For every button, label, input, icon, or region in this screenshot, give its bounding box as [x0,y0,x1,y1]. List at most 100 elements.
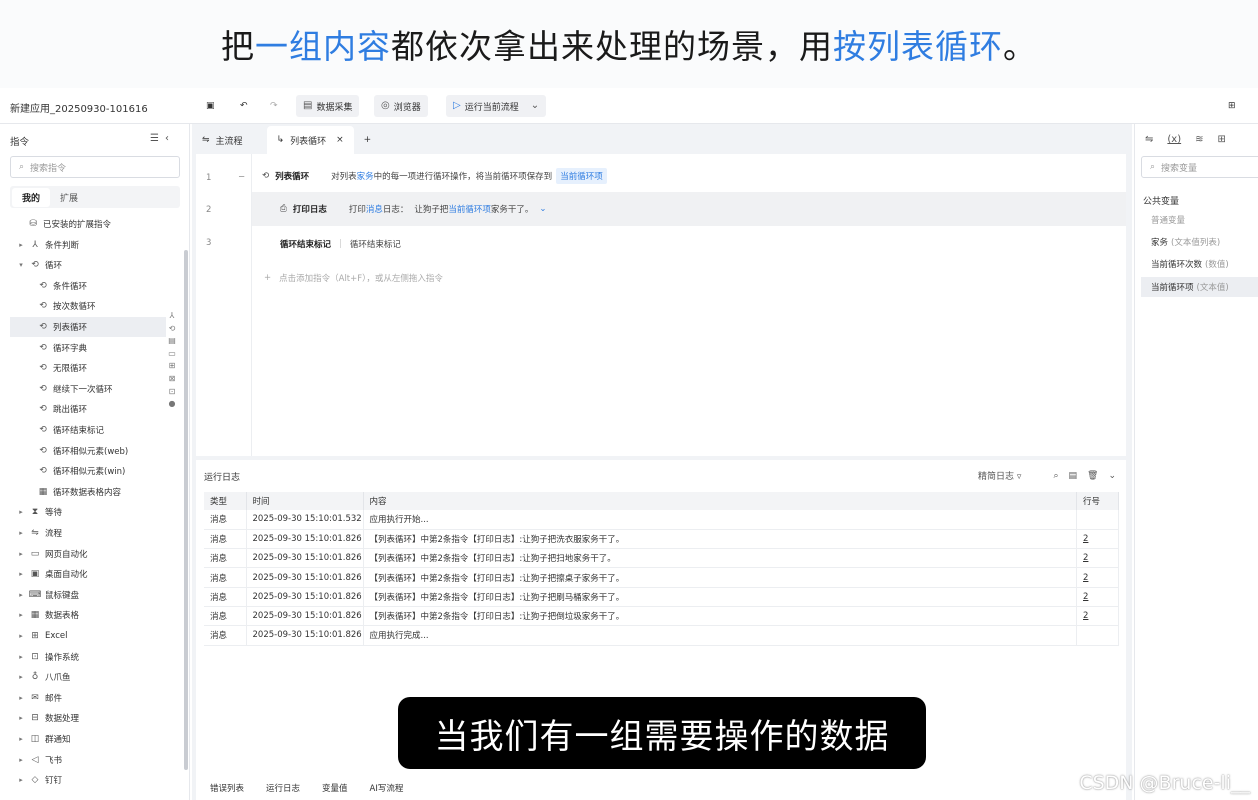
table-row[interactable]: 消息 2025-09-30 15:10:01.826 应用执行完成... [204,625,1119,646]
tab-variable-values[interactable]: 变量值 [322,782,348,794]
tab-extension[interactable]: 扩展 [50,188,88,207]
sidebar-item[interactable]: ⟲ 无限循环 [10,358,166,378]
sidebar-item[interactable]: ⟲ 循环相似元素(win) [10,461,166,481]
tab-main-flow[interactable]: ⇋ 主流程 [192,126,253,154]
variable-item[interactable]: 当前循环次数 (数值) [1141,254,1258,274]
chevron-down-icon[interactable]: ⌄ [539,204,546,214]
sidebar-item[interactable]: ▸ ✉ 邮件 [0,688,164,708]
sidebar-item[interactable]: ⟲ 循环结束标记 [10,420,166,440]
sidebar-item[interactable]: ⟲ 列表循环 [10,317,166,337]
variable-search-input[interactable]: ⌕ 搜索变量 [1141,156,1258,178]
command-row-print-log[interactable]: ⎙ 打印日志 打印 消息 日志： 让狗子把 当前循环项 家务干了。 ⌄ [252,192,1126,226]
tab-run-log[interactable]: 运行日志 [266,782,300,794]
tab-list-loop[interactable]: ↳ 列表循环 × [266,126,354,154]
sidebar-item[interactable]: ⟲ 循环相似元素(web) [10,441,166,461]
save-icon[interactable]: ▣ [206,95,215,117]
grid-icon[interactable]: ⊞ [1228,95,1236,117]
sidebar-item[interactable]: ▸ ⊟ 数据处理 [0,708,164,728]
chevron-right-icon[interactable]: ▸ [14,632,28,640]
variable-icon[interactable]: (x) [1167,134,1181,145]
delete-icon[interactable]: 🗑 [1087,471,1098,481]
chevron-right-icon[interactable]: ▸ [14,714,28,722]
chevron-right-icon[interactable]: ▸ [14,570,28,578]
layers-icon[interactable]: ≋ [1195,134,1203,145]
table-row[interactable]: 消息 2025-09-30 15:10:01.826 【列表循环】中第2条指令【打印… [204,567,1119,588]
undo-icon[interactable]: ↶ [240,95,248,117]
sidebar-item[interactable]: ⟲ 循环字典 [10,338,166,358]
collapse-icons[interactable]: ☰‹ [150,133,175,144]
quick-icon-strip[interactable]: ⅄ ⟲ ▤ ▭ ⊞ ⊠ ⊡ ● [166,310,178,411]
log-filter-dropdown[interactable]: 精简日志 ▿ [978,469,1021,482]
sidebar-item[interactable]: ▸ ⅄ 条件判断 [0,235,164,255]
search-icon[interactable]: ⌕ [1053,471,1058,481]
sidebar-item[interactable]: ▸ ⊡ 操作系统 [0,647,164,667]
variable-item[interactable]: 家务 (文本值列表) [1141,232,1258,252]
column-header[interactable]: 内容 [363,492,1077,510]
chevron-right-icon[interactable]: ▸ [14,241,28,249]
table-row[interactable]: 消息 2025-09-30 15:10:01.826 【列表循环】中第2条指令【打印… [204,587,1119,607]
column-header[interactable]: 行号 [1076,492,1119,510]
chevron-right-icon[interactable]: ▸ [14,673,28,681]
log-cell-line[interactable] [1076,625,1119,646]
log-cell-line[interactable]: 2 [1076,567,1119,588]
chevron-right-icon[interactable]: ▸ [14,694,28,702]
element-icon[interactable]: ⊞ [1218,134,1226,145]
table-row[interactable]: 消息 2025-09-30 15:10:01.826 【列表循环】中第2条指令【打印… [204,606,1119,627]
log-cell-line[interactable] [1076,510,1119,530]
sidebar-item[interactable]: ⟲ 跳出循环 [10,399,166,419]
column-header[interactable]: 时间 [246,492,364,510]
chevron-right-icon[interactable]: ▸ [14,508,28,516]
collapse-toggle[interactable]: − [238,172,245,182]
log-cell-line[interactable]: 2 [1076,529,1119,550]
log-cell-line[interactable]: 2 [1076,606,1119,627]
chevron-right-icon[interactable]: ▸ [14,653,28,661]
command-search-input[interactable]: ⌕ 搜索指令 [10,156,180,178]
sidebar-item[interactable]: ▸ ◫ 群通知 [0,729,164,749]
browser-button[interactable]: ◎ 浏览器 [374,95,428,117]
sidebar-item[interactable]: ⟲ 继续下一次循环 [10,379,166,399]
sidebar-item[interactable]: ▸ ⌨ 鼠标键盘 [0,585,164,605]
sidebar-item[interactable]: ▸ ◁ 飞书 [0,750,164,770]
chevron-right-icon[interactable]: ▸ [14,776,28,784]
column-header[interactable]: 类型 [204,492,247,510]
chevron-right-icon[interactable]: ▸ [14,735,28,743]
tab-ai-flow[interactable]: AI写流程 [370,782,404,794]
redo-icon[interactable]: ↷ [270,95,278,117]
sidebar-item[interactable]: ▸ ▦ 数据表格 [0,605,164,625]
sidebar-item[interactable]: ▸ ◇ 钉钉 [0,770,164,790]
command-row-loop-end[interactable]: 循环结束标记 | 循环结束标记 [252,228,1126,260]
sidebar-item[interactable]: ▾ ⟲ 循环 [0,255,164,275]
sidebar-item[interactable]: ▸ ▭ 网页自动化 [0,544,164,564]
tab-error-list[interactable]: 错误列表 [210,782,244,794]
sidebar-item[interactable]: ▸ ⊞ Excel [0,626,164,646]
flow-icon[interactable]: ⇋ [1145,134,1153,145]
close-icon[interactable]: × [336,135,344,145]
sidebar-item[interactable]: ▸ ▣ 桌面自动化 [0,564,164,584]
scrollbar[interactable] [184,250,188,770]
chevron-down-icon[interactable]: ▾ [14,261,28,269]
sidebar-item[interactable]: ⛁ 已安装的扩展指令 [0,214,164,234]
chevron-right-icon[interactable]: ▸ [14,529,28,537]
sidebar-item[interactable]: ⟲ 条件循环 [10,276,166,296]
chevron-down-icon[interactable]: ⌄ [1108,471,1116,481]
chevron-right-icon[interactable]: ▸ [14,756,28,764]
sidebar-item[interactable]: ▸ ♁ 八爪鱼 [0,667,164,687]
sidebar-item[interactable]: ⟲ 按次数循环 [10,296,166,316]
chevron-right-icon[interactable]: ▸ [14,591,28,599]
add-tab-button[interactable]: + [354,126,382,154]
chevron-down-icon[interactable]: ⌄ [531,101,539,111]
log-cell-line[interactable]: 2 [1076,587,1119,607]
normal-variables-group[interactable]: 普通变量 [1141,210,1258,230]
sidebar-item[interactable]: ▦ 循环数据表格内容 [10,482,166,502]
table-row[interactable]: 消息 2025-09-30 15:10:01.826 【列表循环】中第2条指令【打印… [204,529,1119,550]
tab-mine[interactable]: 我的 [12,187,51,207]
export-icon[interactable]: ▤ [1069,471,1078,481]
chevron-right-icon[interactable]: ▸ [14,550,28,558]
sidebar-item[interactable]: ▸ ⧗ 等待 [0,502,164,522]
sidebar-item[interactable]: ▸ ⇋ 流程 [0,523,164,543]
table-row[interactable]: 消息 2025-09-30 15:10:01.532 应用执行开始... [204,510,1119,530]
variable-item[interactable]: 当前循环项 (文本值) [1141,277,1258,297]
data-collect-button[interactable]: ▤ 数据采集 [296,95,360,117]
chevron-right-icon[interactable]: ▸ [14,611,28,619]
run-flow-button[interactable]: ▷ 运行当前流程 ⌄ [446,95,547,117]
